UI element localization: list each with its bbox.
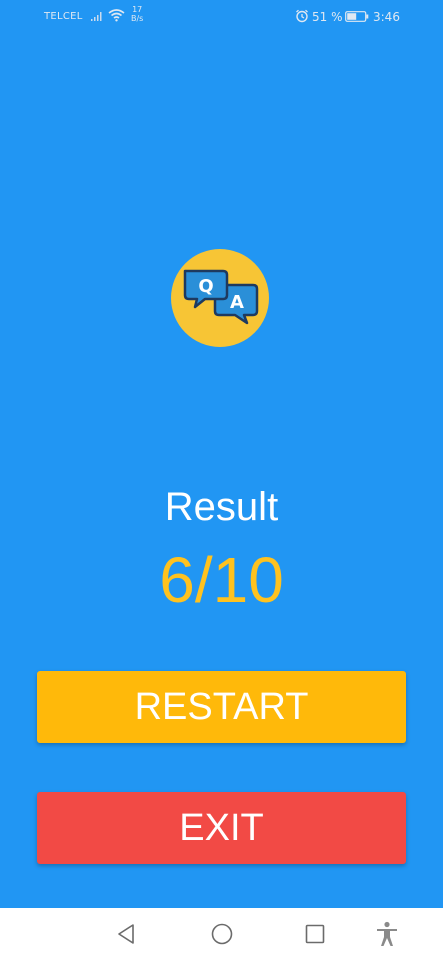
exit-button[interactable]: EXIT xyxy=(37,792,406,864)
back-icon[interactable] xyxy=(116,923,136,945)
carrier-name: TELCEL xyxy=(44,11,83,22)
network-speed-value: 17 xyxy=(132,5,143,14)
navigation-bar xyxy=(0,908,443,960)
qa-logo-icon: Q A xyxy=(171,249,269,347)
alarm-icon xyxy=(296,9,308,23)
signal-icon xyxy=(91,12,102,21)
accessibility-icon[interactable] xyxy=(375,921,399,947)
home-icon[interactable] xyxy=(211,923,233,945)
network-speed: 17 B/s xyxy=(131,5,143,23)
score-value: 6/10 xyxy=(159,544,284,616)
clock: 3:46 xyxy=(373,10,400,24)
status-bar: TELCEL 17 B/s 51 % 3:46 xyxy=(0,0,443,34)
wifi-icon xyxy=(108,9,125,22)
recents-icon[interactable] xyxy=(305,924,325,944)
restart-button[interactable]: RESTART xyxy=(37,671,406,743)
logo-letter-a: A xyxy=(230,292,244,313)
network-speed-unit: B/s xyxy=(131,14,144,23)
battery-icon xyxy=(345,11,369,22)
battery-percentage: 51 % xyxy=(312,10,343,24)
result-label: Result xyxy=(164,485,279,529)
logo-letter-q: Q xyxy=(198,276,213,297)
